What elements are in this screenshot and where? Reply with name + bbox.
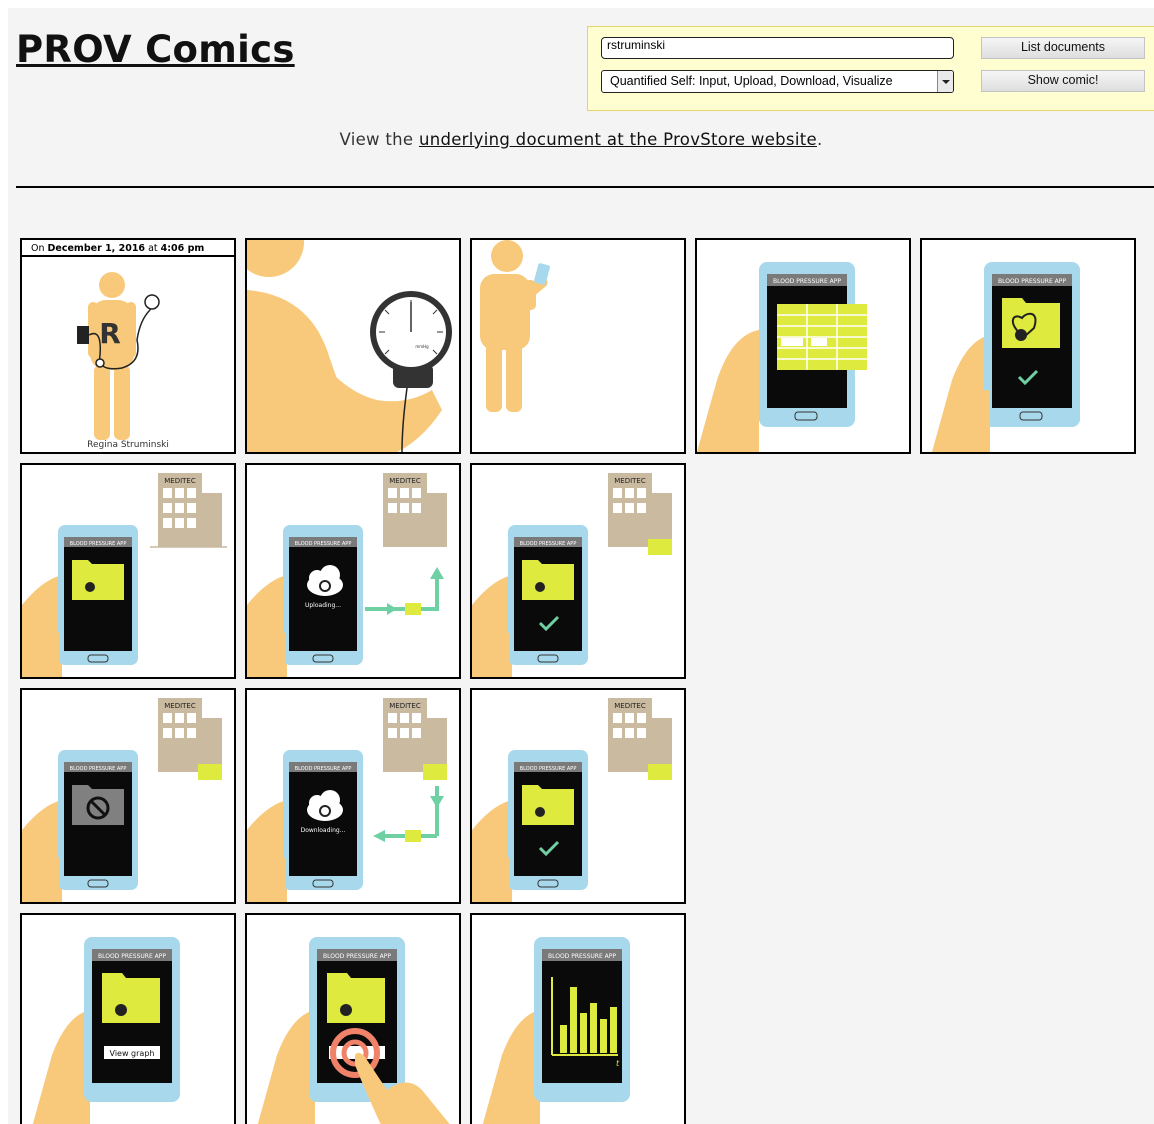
svg-text:MEDITEC: MEDITEC — [614, 702, 646, 710]
phone-bar-graph-icon: BLOOD PRESSURE APP t — [482, 937, 630, 1124]
svg-text:MEDITEC: MEDITEC — [389, 702, 421, 710]
svg-text:Uploading...: Uploading... — [305, 602, 341, 609]
username-input[interactable]: rstruminski — [601, 37, 954, 59]
svg-text:BLOOD PRESSURE APP: BLOOD PRESSURE APP — [773, 278, 841, 285]
comic-panel-company: MEDITEC BLOOD PRESSURE APP — [20, 463, 236, 679]
svg-text:BLOOD PRESSURE APP: BLOOD PRESSURE APP — [998, 278, 1066, 285]
svg-text:mmHg: mmHg — [415, 344, 429, 349]
phone-input-icon: BLOOD PRESSURE APP — [697, 262, 867, 452]
divider — [16, 186, 1154, 188]
list-documents-button[interactable]: List documents — [981, 37, 1145, 59]
person-holding-phone-icon — [480, 240, 550, 412]
comic-panel-person: On December 1, 2016 at 4:06 pm R Regina … — [20, 238, 236, 454]
view-suffix: . — [816, 130, 823, 149]
blood-pressure-gauge-icon: mmHg — [247, 240, 452, 452]
svg-text:BLOOD PRESSURE APP: BLOOD PRESSURE APP — [520, 541, 577, 547]
comic-panel-uploaded: MEDITEC BLOOD PRESSURE APP — [470, 463, 686, 679]
chevron-down-icon[interactable] — [937, 71, 953, 92]
comic-panel-saved: BLOOD PRESSURE APP — [920, 238, 1136, 454]
comic-panel-downloaded: MEDITEC BLOOD PRESSURE APP — [470, 688, 686, 904]
phone-download-done-icon: MEDITEC BLOOD PRESSURE APP — [472, 698, 672, 902]
svg-text:BLOOD PRESSURE APP: BLOOD PRESSURE APP — [70, 766, 127, 772]
view-document-line: View the underlying document at the Prov… — [8, 130, 1154, 149]
svg-text:BLOOD PRESSURE APP: BLOOD PRESSURE APP — [98, 953, 166, 960]
comic-panel-tap: BLOOD PRESSURE APP — [245, 913, 461, 1124]
svg-text:BLOOD PRESSURE APP: BLOOD PRESSURE APP — [295, 541, 352, 547]
page-title: PROV Comics — [16, 28, 295, 71]
svg-text:BLOOD PRESSURE APP: BLOOD PRESSURE APP — [70, 541, 127, 547]
comic-panel-deleted: MEDITEC BLOOD PRESSURE APP — [20, 688, 236, 904]
comic-panel-input: BLOOD PRESSURE APP — [695, 238, 911, 454]
comic-panel-downloading: MEDITEC BLOOD PRESSURE APP Downloading..… — [245, 688, 461, 904]
person-with-monitor-icon: R — [77, 272, 160, 440]
phone-upload-icon: MEDITEC BLOOD PRESSURE APP Uploading... — [247, 473, 447, 677]
svg-text:BLOOD PRESSURE APP: BLOOD PRESSURE APP — [548, 953, 616, 960]
view-prefix: View the — [339, 130, 419, 149]
page: PROV Comics rstruminski Quantified Self:… — [8, 8, 1154, 1124]
phone-and-building-icon: MEDITEC BLOOD PRESSURE APP — [22, 473, 227, 677]
controls-panel: rstruminski Quantified Self: Input, Uplo… — [587, 26, 1154, 111]
phone-tap-icon: BLOOD PRESSURE APP — [257, 937, 450, 1124]
comic-panel-gauge: mmHg — [245, 238, 461, 454]
svg-text:BLOOD PRESSURE APP: BLOOD PRESSURE APP — [520, 766, 577, 772]
person-name: Regina Struminski — [87, 440, 169, 450]
svg-text:R: R — [99, 317, 121, 350]
show-comic-button[interactable]: Show comic! — [981, 70, 1145, 92]
svg-text:BLOOD PRESSURE APP: BLOOD PRESSURE APP — [323, 953, 391, 960]
phone-folder-check-icon: BLOOD PRESSURE APP — [932, 262, 1080, 452]
svg-text:BLOOD PRESSURE APP: BLOOD PRESSURE APP — [295, 766, 352, 772]
svg-text:MEDITEC: MEDITEC — [164, 702, 196, 710]
svg-text:MEDITEC: MEDITEC — [389, 477, 421, 485]
svg-text:MEDITEC: MEDITEC — [164, 477, 196, 485]
phone-upload-done-icon: MEDITEC BLOOD PRESSURE APP — [472, 473, 672, 677]
document-select-value: Quantified Self: Input, Upload, Download… — [610, 74, 893, 88]
svg-text:MEDITEC: MEDITEC — [614, 477, 646, 485]
comic-panel-uploading: MEDITEC BLOOD PRESSURE APP Uploading... — [245, 463, 461, 679]
phone-forbidden-folder-icon: MEDITEC BLOOD PRESSURE APP — [22, 698, 222, 902]
provstore-link[interactable]: underlying document at the ProvStore web… — [419, 130, 817, 149]
comic-panel-phone-person — [470, 238, 686, 454]
document-select[interactable]: Quantified Self: Input, Upload, Download… — [601, 70, 954, 93]
comic-panel-view-graph: BLOOD PRESSURE APP View graph — [20, 913, 236, 1124]
phone-download-icon: MEDITEC BLOOD PRESSURE APP Downloading..… — [247, 698, 447, 902]
svg-text:Downloading...: Downloading... — [301, 827, 346, 834]
comic-panel-graph: BLOOD PRESSURE APP t — [470, 913, 686, 1124]
phone-view-graph-icon: BLOOD PRESSURE APP View graph — [32, 937, 180, 1124]
svg-text:View graph: View graph — [110, 1049, 155, 1058]
